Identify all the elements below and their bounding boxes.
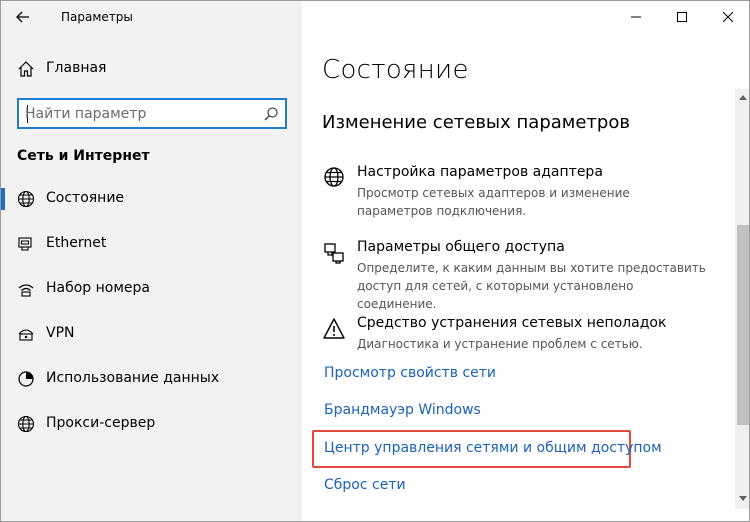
sidebar-item-label: Набор номера (46, 280, 151, 296)
sidebar-item-label: Использование данных (46, 370, 220, 386)
setting-description: Диагностика и устранение проблем с сетью… (357, 337, 643, 351)
section-heading: Изменение сетевых параметров (322, 112, 630, 133)
scroll-up-button[interactable] (735, 89, 749, 105)
data-usage-icon (18, 371, 34, 387)
sidebar-item-label: Прокси-сервер (46, 415, 156, 431)
main-content: Состояние Изменение сетевых параметров Н… (302, 1, 749, 521)
back-arrow-icon (16, 11, 29, 23)
search-icon[interactable] (263, 106, 279, 122)
home-icon (18, 61, 34, 77)
globe-icon (17, 190, 35, 208)
setting-name: Настройка параметров адаптера (357, 164, 603, 180)
setting-description: Определите, к каким данным вы хотите пре… (357, 261, 706, 311)
link-network-properties[interactable]: Просмотр свойств сети (324, 365, 496, 381)
close-button[interactable] (705, 1, 749, 33)
dialup-icon (18, 284, 34, 297)
nav-home[interactable]: Главная (1, 57, 302, 81)
link-network-reset[interactable]: Сброс сети (324, 477, 406, 493)
setting-description: Просмотр сетевых адаптеров и изменение п… (357, 186, 630, 218)
minimize-icon (631, 16, 641, 18)
sidebar: Параметры Главная Сеть и Интернет (1, 1, 302, 521)
window-controls (613, 1, 749, 33)
sidebar-item-label: Состояние (46, 190, 125, 206)
vpn-icon (18, 329, 34, 341)
settings-window: Параметры Главная Сеть и Интернет (0, 0, 750, 522)
title-bar: Параметры (1, 1, 302, 33)
adapter-globe-icon (324, 167, 344, 187)
maximize-button[interactable] (659, 1, 705, 33)
sidebar-item-dialup[interactable]: Набор номера (1, 274, 302, 304)
setting-name: Параметры общего доступа (357, 239, 565, 255)
minimize-button[interactable] (613, 1, 659, 33)
chevron-down-icon (739, 496, 747, 501)
link-network-sharing-center[interactable]: Центр управления сетями и общим доступом (324, 440, 662, 456)
sidebar-item-label: Ethernet (46, 235, 107, 251)
scroll-down-button[interactable] (735, 491, 749, 507)
back-button[interactable] (11, 5, 35, 29)
setting-name: Средство устранения сетевых неполадок (357, 315, 667, 331)
close-icon (723, 12, 733, 22)
link-windows-firewall[interactable]: Брандмауэр Windows (324, 402, 481, 418)
selection-indicator (1, 188, 5, 210)
chevron-up-icon (739, 95, 747, 100)
sidebar-item-label: VPN (46, 325, 75, 341)
page-title: Состояние (322, 55, 469, 85)
scrollbar-thumb[interactable] (737, 225, 749, 425)
sidebar-item-ethernet[interactable]: Ethernet (1, 229, 302, 259)
sharing-icon (324, 243, 344, 264)
warning-icon (323, 318, 345, 339)
nav-home-label: Главная (46, 60, 107, 76)
ethernet-icon (18, 237, 32, 251)
maximize-icon (677, 12, 687, 22)
search-box[interactable] (17, 98, 287, 129)
sidebar-item-proxy[interactable]: Прокси-сервер (1, 409, 302, 439)
sidebar-item-status[interactable]: Состояние (1, 184, 302, 214)
app-title: Параметры (61, 10, 133, 24)
section-title: Сеть и Интернет (17, 148, 150, 164)
globe-icon (17, 415, 35, 433)
sidebar-item-vpn[interactable]: VPN (1, 319, 302, 349)
search-input[interactable] (25, 104, 255, 124)
sidebar-item-data-usage[interactable]: Использование данных (1, 364, 302, 394)
